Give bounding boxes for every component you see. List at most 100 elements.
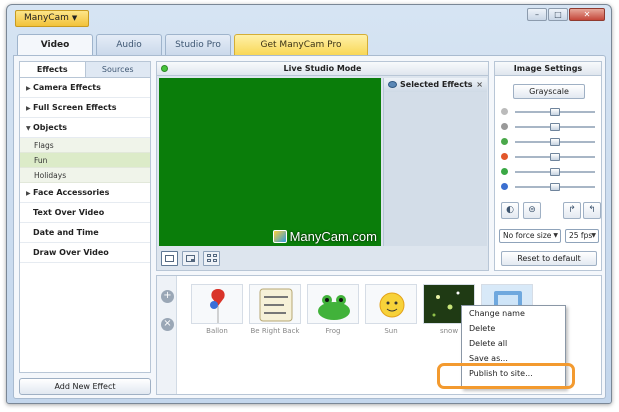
live-indicator-icon [161, 65, 168, 72]
force-size-select[interactable]: No force size ▼ [499, 229, 561, 243]
slider-thumb[interactable] [550, 138, 560, 146]
category-draw-over-video[interactable]: Draw Over Video [20, 243, 150, 263]
image-slider[interactable] [501, 167, 597, 177]
selected-effects-panel: Selected Effects × [383, 78, 487, 246]
video-preview[interactable]: ManyCam.com [159, 78, 381, 246]
subtab-sources[interactable]: Sources [86, 62, 151, 77]
menu-item-delete-all[interactable]: Delete all [462, 336, 565, 351]
remove-icon[interactable]: × [161, 318, 174, 331]
tab-studio-pro[interactable]: Studio Pro [165, 34, 231, 56]
category-label: Camera Effects [33, 83, 101, 92]
add-icon[interactable]: + [161, 290, 174, 303]
category-face-accessories[interactable]: ▶ Face Accessories [20, 183, 150, 203]
manycam-logo: ManyCam.com [272, 229, 377, 244]
force-size-value: No force size [503, 231, 552, 240]
eye-icon[interactable] [388, 81, 397, 88]
red-icon [501, 153, 508, 160]
category-date-and-time[interactable]: Date and Time [20, 223, 150, 243]
quad-view-icon [213, 259, 217, 262]
menu-item-delete[interactable]: Delete [462, 321, 565, 336]
chevron-down-icon: ▼ [71, 14, 78, 22]
layout-buttons [161, 251, 220, 266]
logo-text: ManyCam.com [289, 229, 377, 244]
effect-label: Frog [325, 327, 341, 335]
balloon-image [191, 284, 243, 324]
app-title: ManyCam [24, 13, 69, 23]
window-controls: – □ ✕ [527, 8, 605, 21]
studio-title: Live Studio Mode [283, 64, 362, 73]
add-new-effect-button[interactable]: Add New Effect [19, 378, 151, 395]
quad-view-icon [207, 259, 211, 262]
slider-thumb[interactable] [550, 183, 560, 191]
quad-view-icon [207, 254, 211, 257]
subtab-effects[interactable]: Effects [20, 62, 86, 77]
category-camera-effects[interactable]: ▶ Camera Effects [20, 78, 150, 98]
be-right-back-image [249, 284, 301, 324]
rotate-right-button[interactable]: ↱ [563, 202, 581, 219]
category-full-screen-effects[interactable]: ▶ Full Screen Effects [20, 98, 150, 118]
effects-panel: Effects Sources ▶ Camera Effects ▶ Full Sc… [19, 61, 151, 373]
flip-horizontal-button[interactable]: ◐ [501, 202, 519, 219]
subcategory-fun[interactable]: Fun [20, 153, 150, 168]
selected-effects-header: Selected Effects × [384, 78, 487, 92]
image-slider[interactable] [501, 107, 597, 117]
effect-label: Be Right Back [250, 327, 300, 335]
main-tabs: Video Audio Studio Pro Get ManyCam Pro [17, 34, 368, 57]
image-slider[interactable] [501, 122, 597, 132]
image-settings-panel: Image Settings Grayscale ◐ ⊜ ↱ ↰ No forc… [494, 61, 602, 271]
chevron-down-icon: ▼ [26, 125, 31, 132]
flip-vertical-icon: ⊜ [528, 205, 536, 215]
category-text-over-video[interactable]: Text Over Video [20, 203, 150, 223]
effect-thumb[interactable]: Frog [307, 284, 359, 335]
effect-thumb[interactable]: Be Right Back [249, 284, 301, 335]
fps-value: 25 fps [569, 231, 593, 240]
grayscale-button[interactable]: Grayscale [513, 84, 585, 99]
rotate-left-icon: ↰ [588, 205, 596, 215]
effect-thumb[interactable]: Ballon [191, 284, 243, 335]
effect-label: Sun [384, 327, 398, 335]
app-menu-button[interactable]: ManyCam ▼ [15, 10, 89, 27]
slider-thumb[interactable] [550, 153, 560, 161]
close-button[interactable]: ✕ [569, 8, 605, 21]
reset-to-default-button[interactable]: Reset to default [501, 251, 597, 266]
contrast-icon [501, 123, 508, 130]
picture-in-picture-button[interactable] [182, 251, 199, 266]
flip-vertical-button[interactable]: ⊜ [523, 202, 541, 219]
minimize-button[interactable]: – [527, 8, 547, 21]
subcategory-flags[interactable]: Flags [20, 138, 150, 153]
effect-label: Ballon [206, 327, 228, 335]
studio-header: Live Studio Mode [157, 62, 488, 76]
rotate-right-icon: ↱ [568, 205, 576, 215]
maximize-button[interactable]: □ [548, 8, 568, 21]
strip-controls: + × [157, 276, 177, 394]
slider-thumb[interactable] [550, 108, 560, 116]
tab-video[interactable]: Video [17, 34, 93, 57]
category-objects[interactable]: ▼ Objects [20, 118, 150, 138]
chevron-right-icon: ▶ [26, 190, 31, 197]
fps-select[interactable]: 25 fps ▼ [565, 229, 599, 243]
pip-inset-icon [191, 259, 195, 262]
subcategory-holidays[interactable]: Holidays [20, 168, 150, 183]
quad-view-button[interactable] [203, 251, 220, 266]
tab-audio[interactable]: Audio [96, 34, 162, 56]
chevron-down-icon: ▼ [553, 232, 558, 239]
tab-get-manycam-pro[interactable]: Get ManyCam Pro [234, 34, 368, 56]
frog-image [307, 284, 359, 324]
rotate-left-button[interactable]: ↰ [583, 202, 601, 219]
image-slider[interactable] [501, 182, 597, 192]
sun-image [365, 284, 417, 324]
menu-item-change-name[interactable]: Change name [462, 306, 565, 321]
manycam-logo-icon [272, 230, 287, 243]
selected-effects-title: Selected Effects [400, 80, 473, 89]
image-settings-title: Image Settings [495, 62, 601, 76]
image-slider[interactable] [501, 137, 597, 147]
slider-thumb[interactable] [550, 123, 560, 131]
effect-thumb[interactable]: Sun [365, 284, 417, 335]
category-label: Full Screen Effects [33, 103, 117, 112]
close-icon[interactable]: × [476, 78, 483, 91]
single-view-icon [165, 255, 174, 262]
image-slider[interactable] [501, 152, 597, 162]
slider-thumb[interactable] [550, 168, 560, 176]
single-view-button[interactable] [161, 251, 178, 266]
green-icon [501, 168, 508, 175]
